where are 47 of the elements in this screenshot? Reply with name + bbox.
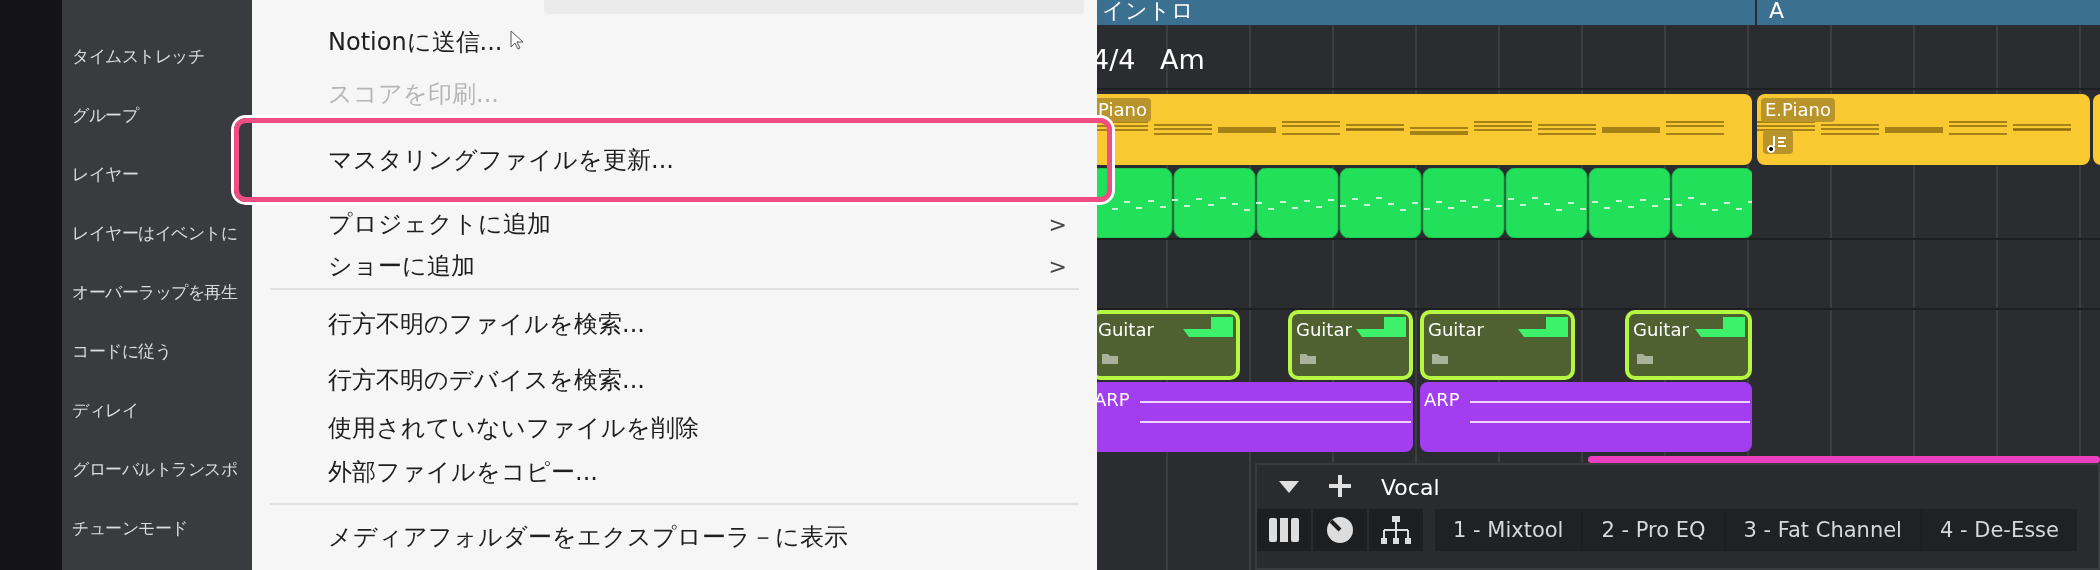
clip-label: E.Piano [1761, 98, 1835, 122]
folder-icon [1432, 352, 1448, 364]
menu-item[interactable]: 行方不明のファイルを検索... [328, 306, 645, 342]
routing-icon [1381, 516, 1411, 544]
clip-label: Guitar [1428, 318, 1484, 342]
folder-icon [1300, 352, 1316, 364]
menu-item[interactable]: プロジェクトに追加 [328, 206, 551, 242]
sidebar-item[interactable]: レイヤーはイベントに [72, 221, 237, 247]
channel-name: Vocal [1381, 474, 1440, 502]
sidebar-item[interactable]: レイヤー [72, 162, 138, 188]
clip[interactable]: Guitar [1420, 310, 1575, 380]
routing-button[interactable] [1369, 509, 1423, 551]
sidebar-item[interactable]: グローバルトランスポ [72, 457, 237, 483]
clip[interactable]: Guitar [1288, 310, 1413, 380]
knob-button[interactable] [1313, 509, 1367, 551]
menu-item[interactable]: 外部ファイルをコピー... [328, 454, 598, 490]
sidebar-item[interactable]: タイムストレッチ [72, 44, 204, 70]
add-icon [1329, 475, 1351, 497]
columns-icon [1269, 518, 1299, 542]
clip-label: Guitar [1633, 318, 1689, 342]
note-icon [1763, 130, 1793, 154]
menu-item[interactable]: メディアフォルダーをエクスプローラ－に表示 [328, 519, 848, 555]
sidebar-item[interactable]: オーバーラップを再生 [72, 280, 237, 306]
key-signature: Am [1160, 43, 1205, 77]
clip-label: Guitar [1098, 318, 1154, 342]
collapse-icon [1279, 481, 1299, 493]
clip-label: Guitar [1296, 318, 1352, 342]
menu-item[interactable]: Notionに送信... [328, 24, 503, 60]
mixer-button[interactable] [1257, 509, 1311, 551]
sidebar-item[interactable]: グループ [72, 103, 138, 129]
clip[interactable]: ARP [1420, 382, 1752, 452]
knob-icon [1326, 516, 1354, 544]
menu-item[interactable]: 行方不明のデバイスを検索... [328, 362, 645, 398]
clip-label: ARP [1424, 388, 1460, 412]
sidebar-item[interactable]: チューンモード [72, 516, 188, 542]
cursor-icon [510, 30, 524, 50]
marker[interactable]: A [1757, 0, 2100, 25]
submenu-arrow: > [1048, 252, 1068, 281]
clip[interactable]: Guitar [1625, 310, 1752, 380]
sidebar-item[interactable]: コードに従う [72, 339, 171, 365]
menu-item[interactable]: マスタリングファイルを更新... [328, 142, 674, 178]
folder-icon [1102, 352, 1118, 364]
sidebar-item[interactable]: ディレイ [72, 398, 138, 424]
menu-item[interactable]: ショーに追加 [328, 248, 475, 284]
menu-item[interactable]: 使用されていないファイルを削除 [328, 410, 699, 446]
submenu-arrow: > [1048, 210, 1068, 239]
folder-icon [1637, 352, 1653, 364]
